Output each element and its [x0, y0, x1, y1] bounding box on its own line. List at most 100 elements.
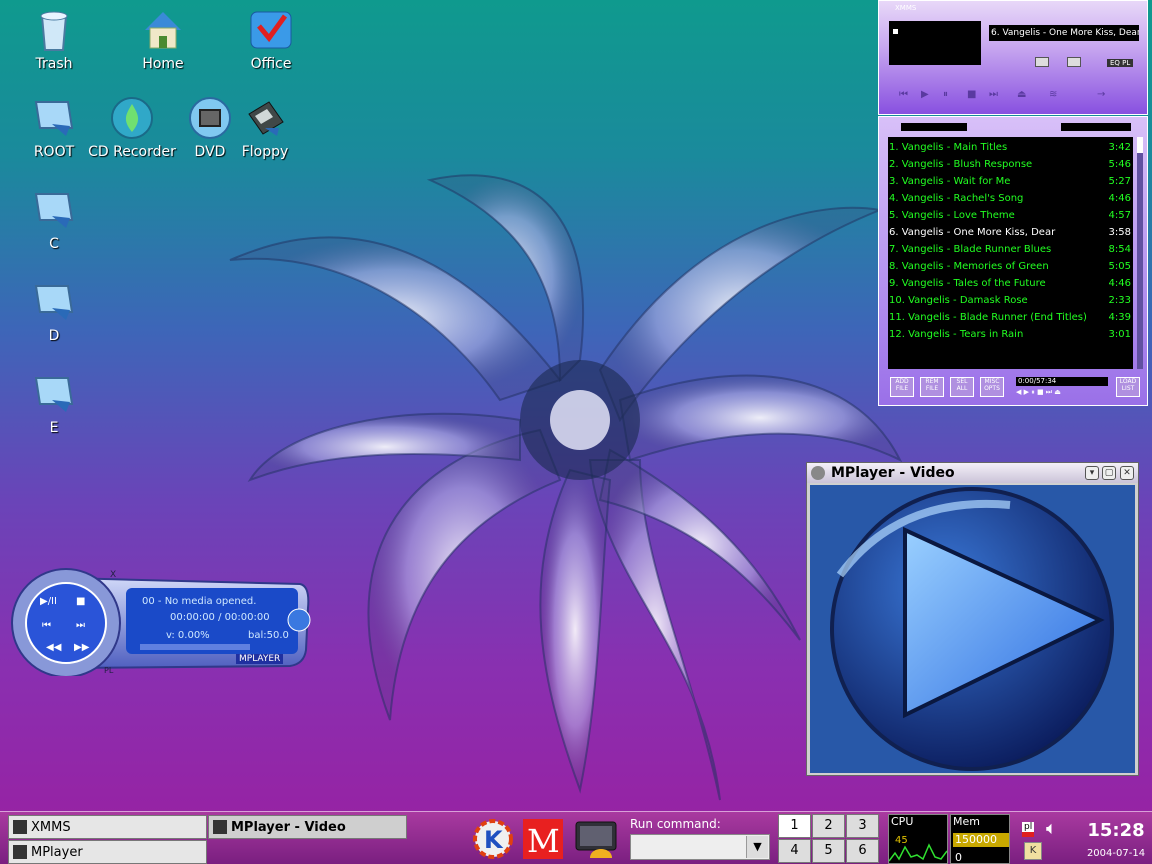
playlist-item[interactable]: 7. Vangelis - Blade Runner Blues 8:54 — [888, 241, 1133, 258]
cpu-label: CPU — [891, 815, 914, 828]
stop-button[interactable]: ■ — [76, 596, 85, 607]
volume-readout: v: 0.00% — [166, 630, 210, 641]
desktop-pager-2[interactable]: 2 — [812, 814, 845, 838]
mail-app-icon[interactable]: M — [520, 816, 566, 862]
terminal-icon[interactable] — [572, 816, 620, 862]
task-xmms[interactable]: XMMS — [8, 815, 207, 839]
xmms-shuffle-button[interactable]: ≋ — [1049, 89, 1057, 100]
mplayer-gui-window[interactable]: ▶/II ■ ⏮ ⏭ ◀◀ ▶▶ X PL 00 - No media open… — [10, 568, 312, 678]
cpu-monitor: CPU 45 — [888, 814, 948, 864]
floppy-icon — [248, 101, 284, 136]
mplayer-video-window[interactable]: MPlayer - Video ▾ ▢ ✕ — [806, 462, 1139, 776]
xmms-main-window[interactable]: XMMS 6. Vangelis - One More Kiss, Dear (… — [878, 0, 1148, 115]
playlist-item[interactable]: 4. Vangelis - Rachel's Song 4:46 — [888, 190, 1133, 207]
xmms-repeat-button[interactable]: → — [1097, 89, 1105, 100]
play-pause-button[interactable]: ▶/II — [40, 596, 57, 607]
run-command-dropdown[interactable]: ▼ — [746, 836, 768, 858]
playlist-item[interactable]: 5. Vangelis - Love Theme 4:57 — [888, 207, 1133, 224]
xmms-pause-button[interactable]: ⏸ — [943, 89, 948, 100]
seek-slider[interactable] — [140, 644, 250, 650]
xmms-mono-indicator — [1035, 57, 1049, 67]
close-button[interactable]: ✕ — [1120, 466, 1134, 480]
desktop-icon-trash[interactable]: Trash — [9, 6, 99, 72]
desktop-icon-office[interactable]: Office — [226, 6, 316, 72]
playlist-item[interactable]: 9. Vangelis - Tales of the Future 4:46 — [888, 275, 1133, 292]
forward-button[interactable]: ▶▶ — [74, 642, 89, 653]
desktop-icon-e[interactable]: E — [9, 370, 99, 436]
desktop-pager-5[interactable]: 5 — [812, 839, 845, 863]
svg-text:K: K — [484, 826, 504, 854]
film-icon — [13, 820, 27, 834]
cd-recorder-icon — [111, 97, 153, 139]
playlist-item[interactable]: 1. Vangelis - Main Titles 3:42 — [888, 139, 1133, 156]
xmms-play-indicator — [893, 29, 898, 34]
playlist-item[interactable]: 2. Vangelis - Blush Response 5:46 — [888, 156, 1133, 173]
playlist-item[interactable]: 12. Vangelis - Tears in Rain 3:01 — [888, 326, 1133, 343]
task-mplayer[interactable]: MPlayer — [8, 840, 207, 864]
playlist-item[interactable]: 3. Vangelis - Wait for Me 5:27 — [888, 173, 1133, 190]
xmms-stop-button[interactable]: ■ — [967, 89, 976, 100]
film-icon — [13, 845, 27, 859]
playlist-item[interactable]: 10. Vangelis - Damask Rose 2:33 — [888, 292, 1133, 309]
desktop-pager-6[interactable]: 6 — [846, 839, 879, 863]
language-indicator[interactable]: pl — [1022, 822, 1035, 837]
date: 2004-07-14 — [1086, 848, 1146, 859]
mplayer-logo: MPLAYER — [236, 654, 284, 664]
add-file-button[interactable]: ADD FILE — [890, 377, 914, 397]
memory-monitor: Mem 150000 0 — [950, 814, 1010, 864]
desktop-icon-c[interactable]: C — [9, 186, 99, 252]
volume-icon[interactable]: 🔈︎ — [1046, 818, 1057, 839]
home-icon — [145, 12, 181, 49]
window-titlebar[interactable]: MPlayer - Video ▾ ▢ ✕ — [807, 463, 1138, 483]
maximize-button[interactable]: ▢ — [1102, 466, 1116, 480]
playlist-list[interactable]: 1. Vangelis - Main Titles 3:42 2. Vangeli… — [888, 137, 1133, 369]
playlist-scrollbar[interactable] — [1137, 137, 1143, 369]
playlist-mini-controls[interactable]: ◀ ▶ ⏸ ■ ⏭ ⏏ — [1016, 388, 1061, 397]
task-mplayer-video[interactable]: MPlayer - Video — [208, 815, 407, 839]
load-list-button[interactable]: LOAD LIST — [1116, 377, 1140, 397]
mem-label: Mem — [953, 815, 980, 828]
xmms-title: XMMS — [895, 4, 917, 12]
desktop-icon-home[interactable]: Home — [118, 6, 208, 72]
prev-button[interactable]: ⏮ — [42, 620, 51, 631]
trash-icon — [40, 11, 68, 51]
xmms-eq-pl-toggle[interactable]: EQ PL — [1107, 59, 1134, 67]
close-label[interactable]: X — [110, 570, 116, 580]
rewind-button[interactable]: ◀◀ — [46, 642, 61, 653]
misc-options-button[interactable]: MISC OPTS — [980, 377, 1004, 397]
drive-icon — [34, 285, 74, 320]
desktop-icon-root[interactable]: ROOT — [9, 94, 99, 160]
minimize-button[interactable]: ▾ — [1085, 466, 1099, 480]
playlist-item-current[interactable]: 6. Vangelis - One More Kiss, Dear 3:58 — [888, 224, 1133, 241]
desktop-pager-4[interactable]: 4 — [778, 839, 811, 863]
playlist-item[interactable]: 8. Vangelis - Memories of Green 5:05 — [888, 258, 1133, 275]
mplayer-lcd: 00 - No media opened. 00:00:00 / 00:00:0… — [136, 592, 296, 652]
desktop-icon-cd-recorder[interactable]: CD Recorder — [87, 94, 177, 160]
xmms-stereo-indicator — [1067, 57, 1081, 67]
xmms-eject-button[interactable]: ⏏ — [1017, 89, 1026, 100]
xmms-next-button[interactable]: ⏭ — [989, 89, 998, 100]
playlist-item[interactable]: 11. Vangelis - Blade Runner (End Titles)… — [888, 309, 1133, 326]
xmms-song-marquee: 6. Vangelis - One More Kiss, Dear (3:58) — [989, 25, 1139, 41]
next-button[interactable]: ⏭ — [76, 620, 85, 631]
xmms-prev-button[interactable]: ⏮ — [899, 89, 908, 100]
video-area[interactable] — [810, 485, 1135, 773]
mem-value: 150000 — [953, 833, 1009, 847]
desktop-pager-1[interactable]: 1 — [778, 814, 811, 838]
xmms-time-display — [889, 21, 981, 65]
xmms-play-button[interactable]: ▶ — [921, 89, 929, 100]
desktop-icon-d[interactable]: D — [9, 278, 99, 344]
taskbar: XMMS MPlayer - Video MPlayer K M Run com… — [0, 811, 1152, 864]
select-all-button[interactable]: SEL ALL — [950, 377, 974, 397]
clock[interactable]: 15:28 — [1080, 820, 1152, 841]
desktop-pager-3[interactable]: 3 — [846, 814, 879, 838]
desktop-icon-floppy[interactable]: Floppy — [220, 94, 310, 160]
playlist-label[interactable]: PL — [104, 666, 113, 675]
clipboard-icon[interactable]: K — [1024, 842, 1042, 860]
cpu-graph — [889, 843, 947, 862]
kde-menu-icon[interactable]: K — [470, 816, 516, 862]
window-menu-icon[interactable] — [811, 466, 825, 480]
remove-file-button[interactable]: REM FILE — [920, 377, 944, 397]
xmms-playlist-window[interactable]: 1. Vangelis - Main Titles 3:42 2. Vangeli… — [878, 116, 1148, 406]
media-status: 00 - No media opened. — [142, 596, 257, 607]
